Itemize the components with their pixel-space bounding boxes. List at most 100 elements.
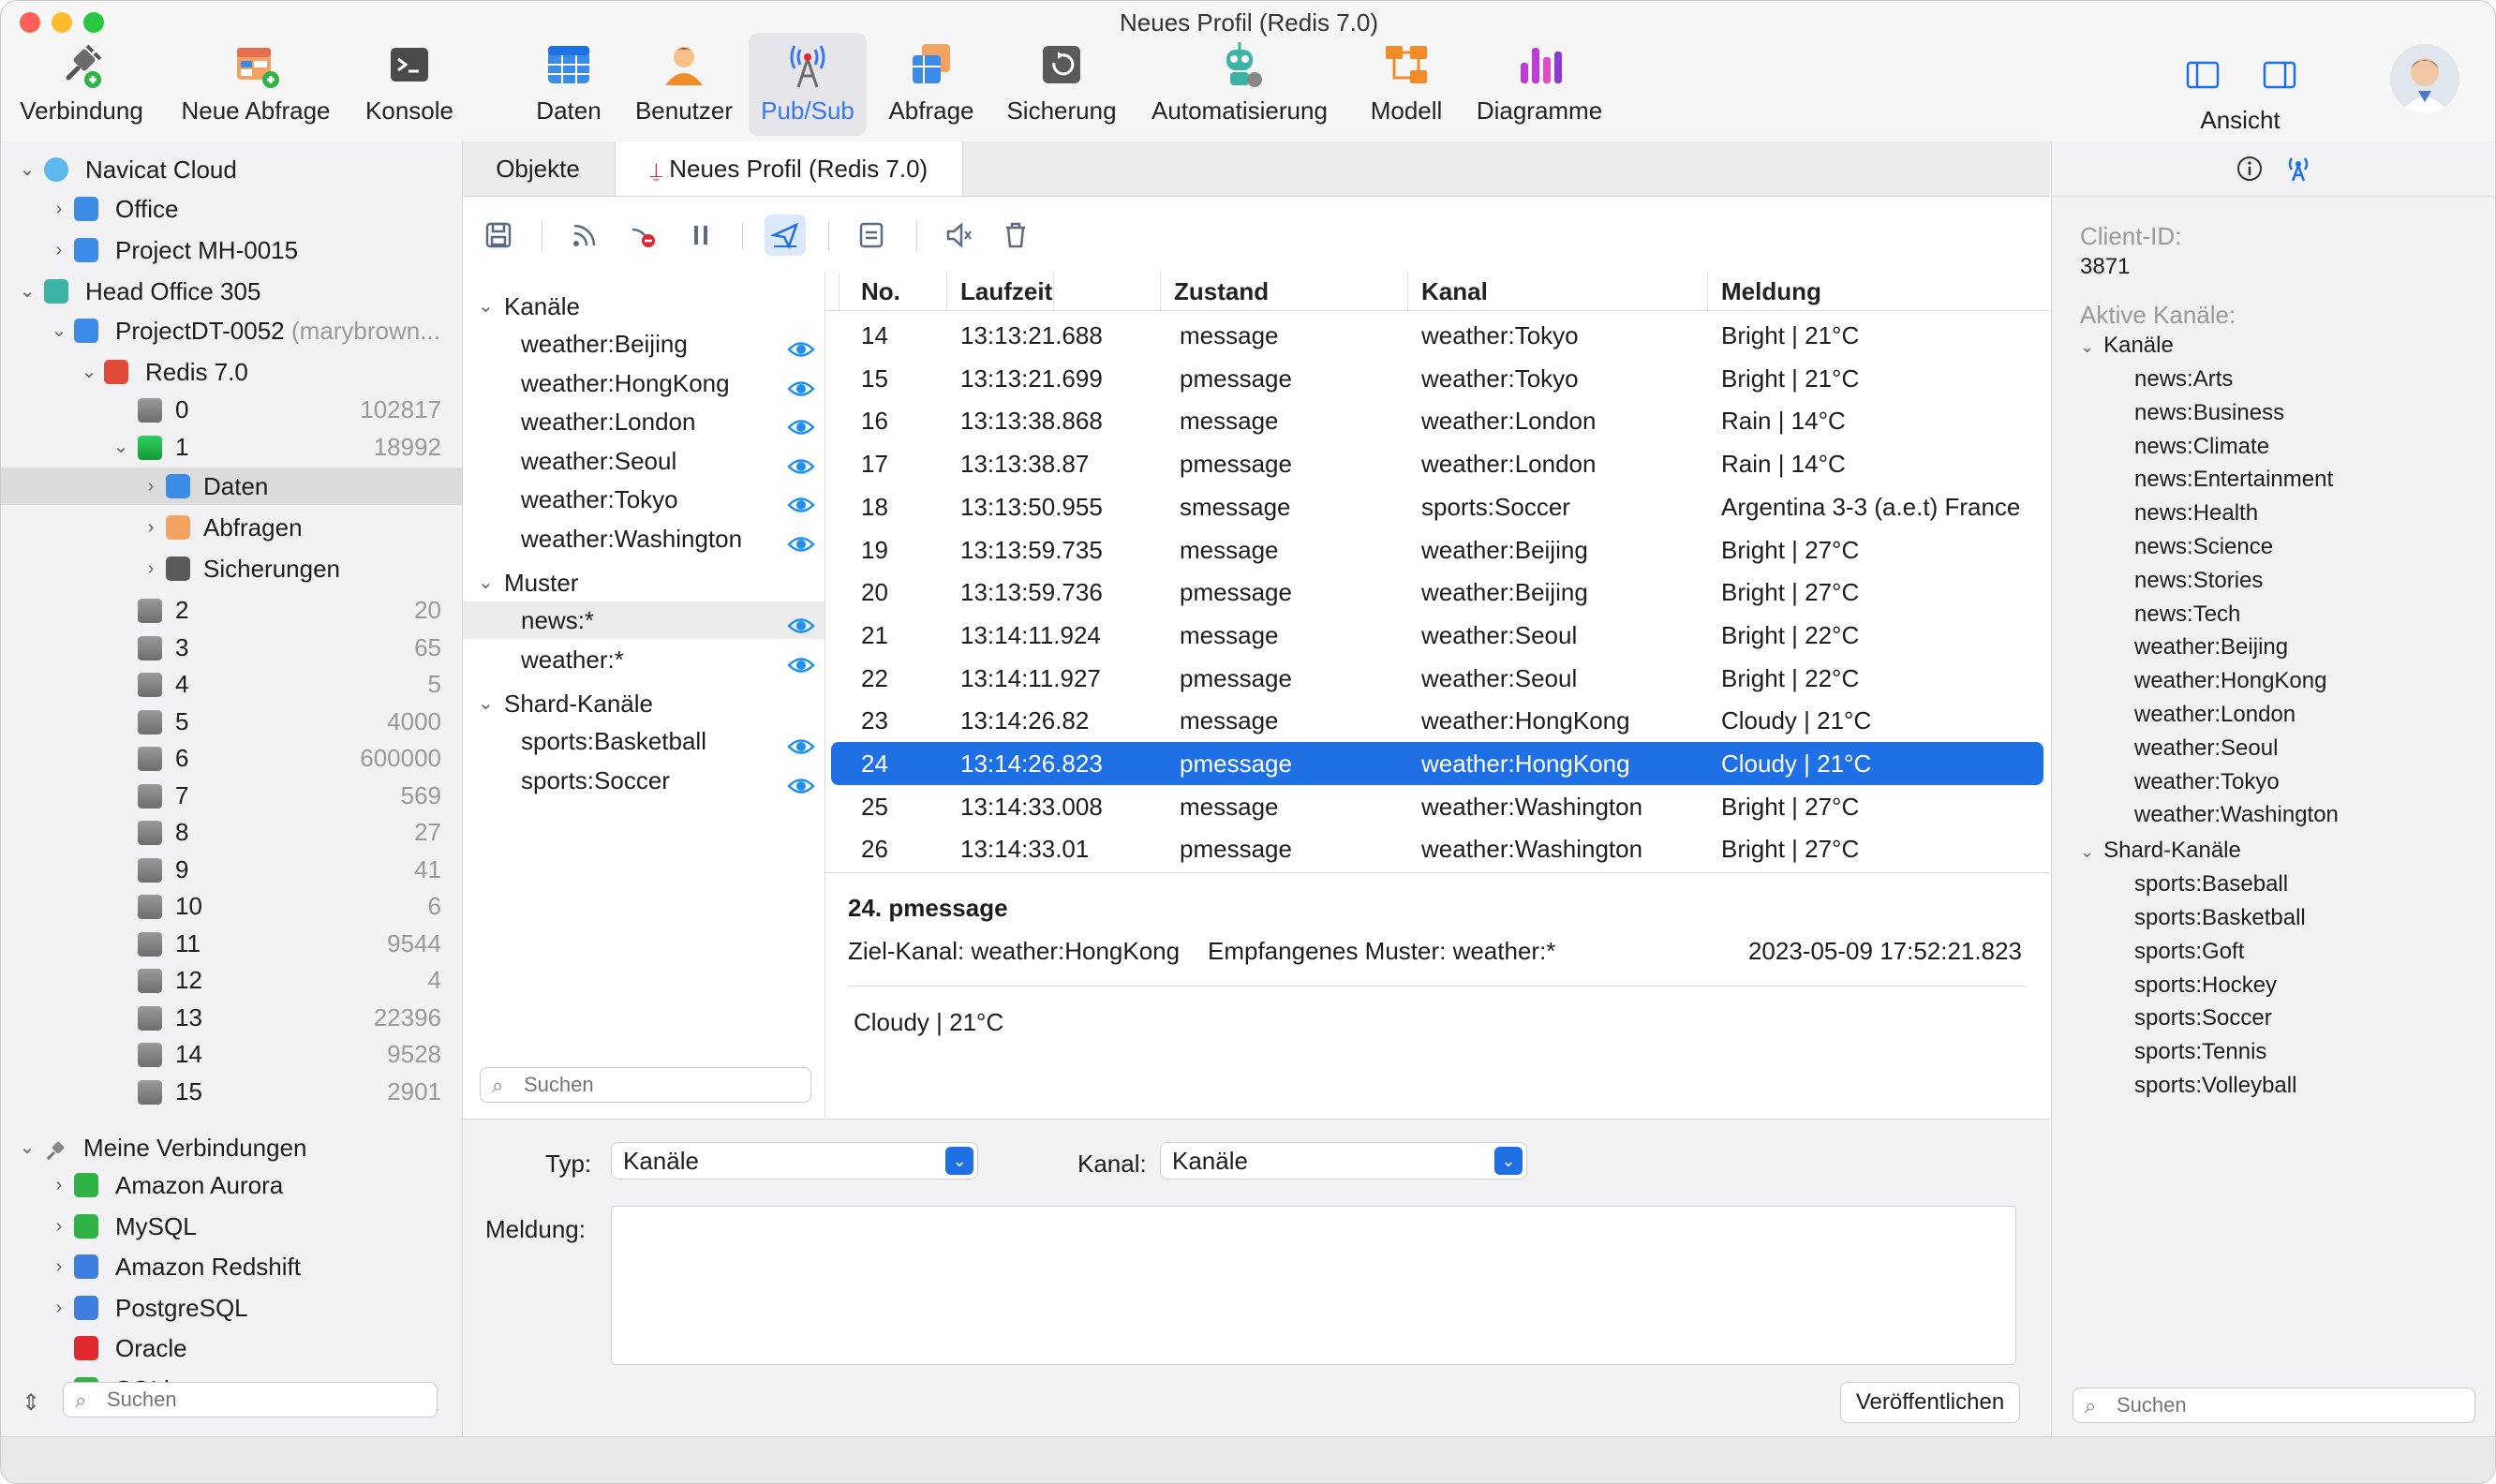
tree-db-item[interactable]: 10 6 xyxy=(1,887,462,925)
tree-connection-item[interactable]: Oracle xyxy=(1,1329,462,1367)
table-row[interactable]: 23 13:14:26.82 message weather:HongKong Clou… xyxy=(831,699,2043,742)
tree-db-1[interactable]: ⌄ 1 18992 xyxy=(1,428,462,466)
right-pane-toggle-icon[interactable] xyxy=(2263,61,2296,89)
toolbar-pubsub-button[interactable]: Pub/Sub xyxy=(749,33,867,136)
publish-mode-icon[interactable] xyxy=(765,215,806,256)
avatar[interactable] xyxy=(2390,44,2459,113)
chevron-down-icon[interactable]: ⌄ xyxy=(50,312,68,349)
tree-redis[interactable]: ⌄ Redis 7.0 xyxy=(1,353,462,391)
tree-db-item[interactable]: 15 2901 xyxy=(1,1073,462,1110)
info-icon[interactable] xyxy=(2236,155,2264,183)
active-channel-group[interactable]: ⌄ Shard-Kanäle xyxy=(2080,838,2241,864)
tree-abfragen[interactable]: › Abfragen xyxy=(1,509,462,546)
tree-my-connections[interactable]: ⌄ Meine Verbindungen xyxy=(1,1129,462,1166)
tab-objects[interactable]: Objekte xyxy=(463,141,613,196)
table-row[interactable]: 20 13:13:59.736 pmessage weather:Beijing Bri… xyxy=(831,571,2043,614)
tree-connection-item[interactable]: › Amazon Redshift xyxy=(1,1248,462,1285)
tree-db-item[interactable]: 12 4 xyxy=(1,961,462,999)
tree-project-dt[interactable]: ⌄ ProjectDT-0052 (marybrown... xyxy=(1,312,462,349)
column-header-message[interactable]: Meldung xyxy=(1708,273,2050,310)
tree-daten[interactable]: › Daten xyxy=(1,467,462,505)
eye-icon[interactable] xyxy=(787,372,815,396)
tree-db-item[interactable]: 11 9544 xyxy=(1,925,462,962)
antenna-icon[interactable] xyxy=(2282,153,2314,185)
eye-icon[interactable] xyxy=(787,648,815,673)
chevron-right-icon[interactable]: › xyxy=(50,231,68,269)
tree-db-item[interactable]: 3 65 xyxy=(1,629,462,666)
toolbar-automation-button[interactable]: Automatisierung xyxy=(1146,38,1333,136)
tree-db-0[interactable]: 0 102817 xyxy=(1,391,462,428)
channel-item[interactable]: weather:HongKong xyxy=(463,364,825,402)
chevron-right-icon[interactable]: › xyxy=(50,1208,68,1245)
table-row[interactable]: 18 13:13:50.955 smessage sports:Soccer Argen… xyxy=(831,485,2043,528)
chevron-down-icon[interactable]: ⌄ xyxy=(111,428,130,466)
chevron-down-icon[interactable]: ⌄ xyxy=(80,353,98,391)
toolbar-data-button[interactable]: Daten xyxy=(524,38,614,136)
channel-group-header[interactable]: ⌄ Muster xyxy=(463,564,825,601)
eye-icon[interactable] xyxy=(787,488,815,512)
column-header-channel[interactable]: Kanal xyxy=(1408,273,1708,310)
channel-search[interactable]: ⌕ xyxy=(480,1067,811,1103)
eye-icon[interactable] xyxy=(787,410,815,435)
channel-select[interactable]: Kanäle ⌄ xyxy=(1160,1142,1527,1180)
tree-db-item[interactable]: 9 41 xyxy=(1,851,462,888)
chevron-right-icon[interactable]: › xyxy=(50,1166,68,1204)
info-search-input[interactable] xyxy=(2115,1392,2440,1418)
chevron-right-icon[interactable]: › xyxy=(50,1289,68,1327)
chevron-right-icon[interactable]: › xyxy=(141,467,160,505)
left-pane-toggle-icon[interactable] xyxy=(2186,61,2220,89)
channel-item[interactable]: weather:Washington xyxy=(463,520,825,557)
trash-icon[interactable] xyxy=(995,215,1036,256)
eye-icon[interactable] xyxy=(787,730,815,754)
table-row[interactable]: 14 13:13:21.688 message weather:Tokyo Bright… xyxy=(831,314,2043,357)
tree-db-item[interactable]: 5 4000 xyxy=(1,703,462,740)
tree-db-item[interactable]: 45 xyxy=(1,665,462,703)
table-row[interactable]: 22 13:14:11.927 pmessage weather:Seoul Brigh… xyxy=(831,657,2043,700)
tree-db-item[interactable]: 14 9528 xyxy=(1,1035,462,1073)
channel-item[interactable]: weather:Seoul xyxy=(463,442,825,480)
chevron-down-icon[interactable]: ⌄ xyxy=(2080,337,2094,356)
channel-group-header[interactable]: ⌄ Kanäle xyxy=(463,288,825,325)
tab-profile[interactable]: ⍊ Neues Profil (Redis 7.0) xyxy=(615,141,963,196)
tree-navicat-cloud[interactable]: ⌄ Navicat Cloud xyxy=(1,151,462,188)
chevron-down-icon[interactable]: ⌄ xyxy=(18,151,37,188)
chevron-right-icon[interactable]: › xyxy=(50,190,68,228)
eye-icon[interactable] xyxy=(787,333,815,357)
channel-item[interactable]: weather:Beijing xyxy=(463,325,825,363)
chevron-down-icon[interactable]: ⌄ xyxy=(18,1129,37,1166)
tree-db-item[interactable]: 13 22396 xyxy=(1,999,462,1036)
column-header-state[interactable]: Zustand xyxy=(1161,273,1408,310)
tree-office[interactable]: › Office xyxy=(1,190,462,228)
tree-sicherungen[interactable]: › Sicherungen xyxy=(1,550,462,587)
tree-db-item[interactable]: 6 600000 xyxy=(1,739,462,777)
toolbar-connection-button[interactable]: Verbindung xyxy=(12,38,151,136)
tree-project-mh[interactable]: › Project MH-0015 xyxy=(1,231,462,269)
eye-icon[interactable] xyxy=(787,527,815,552)
type-select[interactable]: Kanäle ⌄ xyxy=(611,1142,978,1180)
toolbar-model-button[interactable]: Modell xyxy=(1361,38,1451,136)
toolbar-backup-button[interactable]: Sicherung xyxy=(1005,38,1118,136)
toolbar-query-button[interactable]: Abfrage xyxy=(880,38,983,136)
eye-icon[interactable] xyxy=(787,769,815,794)
channel-search-input[interactable] xyxy=(522,1072,790,1098)
table-row[interactable]: 19 13:13:59.735 message weather:Beijing Brig… xyxy=(831,528,2043,571)
pause-icon[interactable] xyxy=(680,215,721,256)
channel-item[interactable]: weather:Tokyo xyxy=(463,481,825,518)
message-textarea[interactable] xyxy=(611,1206,2016,1365)
message-log-icon[interactable] xyxy=(851,215,892,256)
subscribe-icon[interactable] xyxy=(564,215,605,256)
toolbar-charts-button[interactable]: Diagramme xyxy=(1474,38,1605,136)
filter-icon[interactable]: ⇕ xyxy=(22,1389,40,1417)
unsubscribe-icon[interactable] xyxy=(622,215,663,256)
chevron-down-icon[interactable]: ⌄ xyxy=(478,564,494,601)
channel-group-header[interactable]: ⌄ Shard-Kanäle xyxy=(463,685,825,722)
channel-item[interactable]: weather:* xyxy=(463,641,825,678)
sidebar-search-input[interactable] xyxy=(105,1387,408,1413)
tree-db-item[interactable]: 2 20 xyxy=(1,591,462,629)
table-row[interactable]: 26 13:14:33.01 pmessage weather:Washington B… xyxy=(831,827,2043,870)
column-header-no[interactable]: No. xyxy=(825,273,947,310)
channel-item[interactable]: sports:Soccer xyxy=(463,762,825,799)
tree-db-item[interactable]: 7 569 xyxy=(1,777,462,814)
chevron-down-icon[interactable]: ⌄ xyxy=(18,273,37,310)
channel-item[interactable]: weather:London xyxy=(463,403,825,440)
